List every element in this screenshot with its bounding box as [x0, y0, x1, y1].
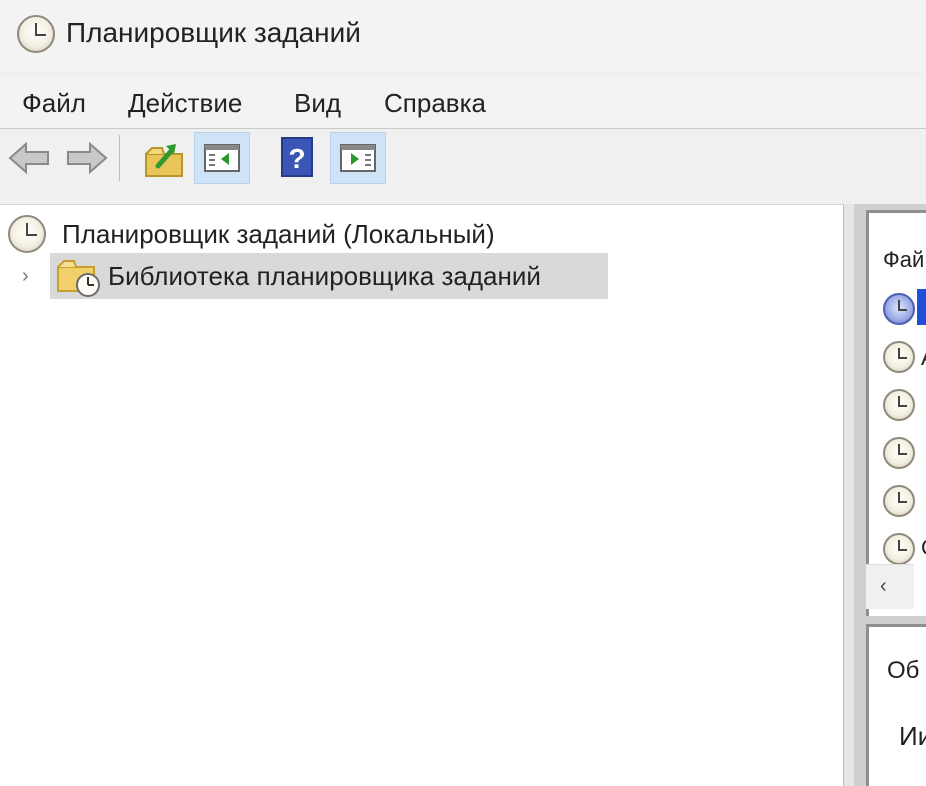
task-clock-icon — [883, 533, 915, 565]
tree-root-label[interactable]: Планировщик заданий (Локальный) — [62, 219, 495, 250]
expand-chevron-icon[interactable]: › — [22, 265, 29, 288]
back-button[interactable] — [2, 132, 58, 184]
toolbar: ? — [0, 129, 926, 186]
menu-action[interactable]: Действие — [128, 88, 242, 119]
window-title: Планировщик заданий — [66, 17, 361, 48]
task-clock-icon — [883, 485, 915, 517]
task-list-header[interactable]: Фай — [883, 247, 924, 273]
task-list-selection[interactable] — [917, 289, 926, 325]
console-tree-pane[interactable]: Планировщик заданий (Локальный) › Библио… — [0, 204, 844, 786]
show-hide-console-tree-button[interactable] — [194, 132, 250, 184]
tree-item-library-label[interactable]: Библиотека планировщика заданий — [108, 261, 541, 292]
back-arrow-icon — [8, 141, 49, 175]
menu-help[interactable]: Справка — [384, 88, 486, 119]
task-clock-icon — [883, 389, 915, 421]
show-hide-action-pane-icon — [340, 144, 376, 172]
folder-clock-icon — [57, 260, 100, 297]
menu-view[interactable]: Вид — [294, 88, 341, 119]
folder-up-icon — [145, 144, 183, 177]
pane-splitter[interactable] — [844, 204, 854, 786]
details-field-label: Ии — [899, 721, 926, 751]
task-clock-icon — [883, 293, 915, 325]
task-clock-icon — [883, 437, 915, 469]
task-row-label[interactable]: А — [921, 345, 926, 371]
forward-button[interactable] — [58, 132, 114, 184]
help-icon: ? — [281, 137, 313, 177]
scheduler-clock-icon — [8, 215, 46, 253]
horizontal-scrollbar[interactable]: ‹ — [866, 564, 914, 609]
right-pane: Фай А С ‹ Об Ии — [854, 204, 926, 786]
menu-file[interactable]: Файл — [22, 88, 86, 119]
details-tab-label[interactable]: Об — [887, 657, 919, 685]
toolbar-bottom-strip — [0, 186, 926, 204]
app-clock-icon — [17, 15, 55, 53]
toolbar-separator — [119, 135, 120, 181]
task-details-panel: Об Ии — [866, 624, 926, 786]
title-bar: Планировщик заданий — [0, 0, 926, 72]
show-hide-console-tree-icon — [204, 144, 240, 172]
task-clock-icon — [883, 341, 915, 373]
forward-arrow-icon — [67, 141, 108, 175]
show-hide-action-pane-button[interactable] — [330, 132, 386, 184]
up-one-level-button[interactable] — [136, 132, 192, 184]
menu-bar: Файл Действие Вид Справка — [0, 78, 926, 128]
scroll-left-icon[interactable]: ‹ — [880, 575, 887, 598]
task-row-label[interactable]: С — [921, 535, 926, 561]
task-list-panel[interactable]: Фай А С — [866, 210, 926, 616]
help-button[interactable]: ? — [272, 132, 328, 184]
svg-text:?: ? — [288, 143, 305, 174]
